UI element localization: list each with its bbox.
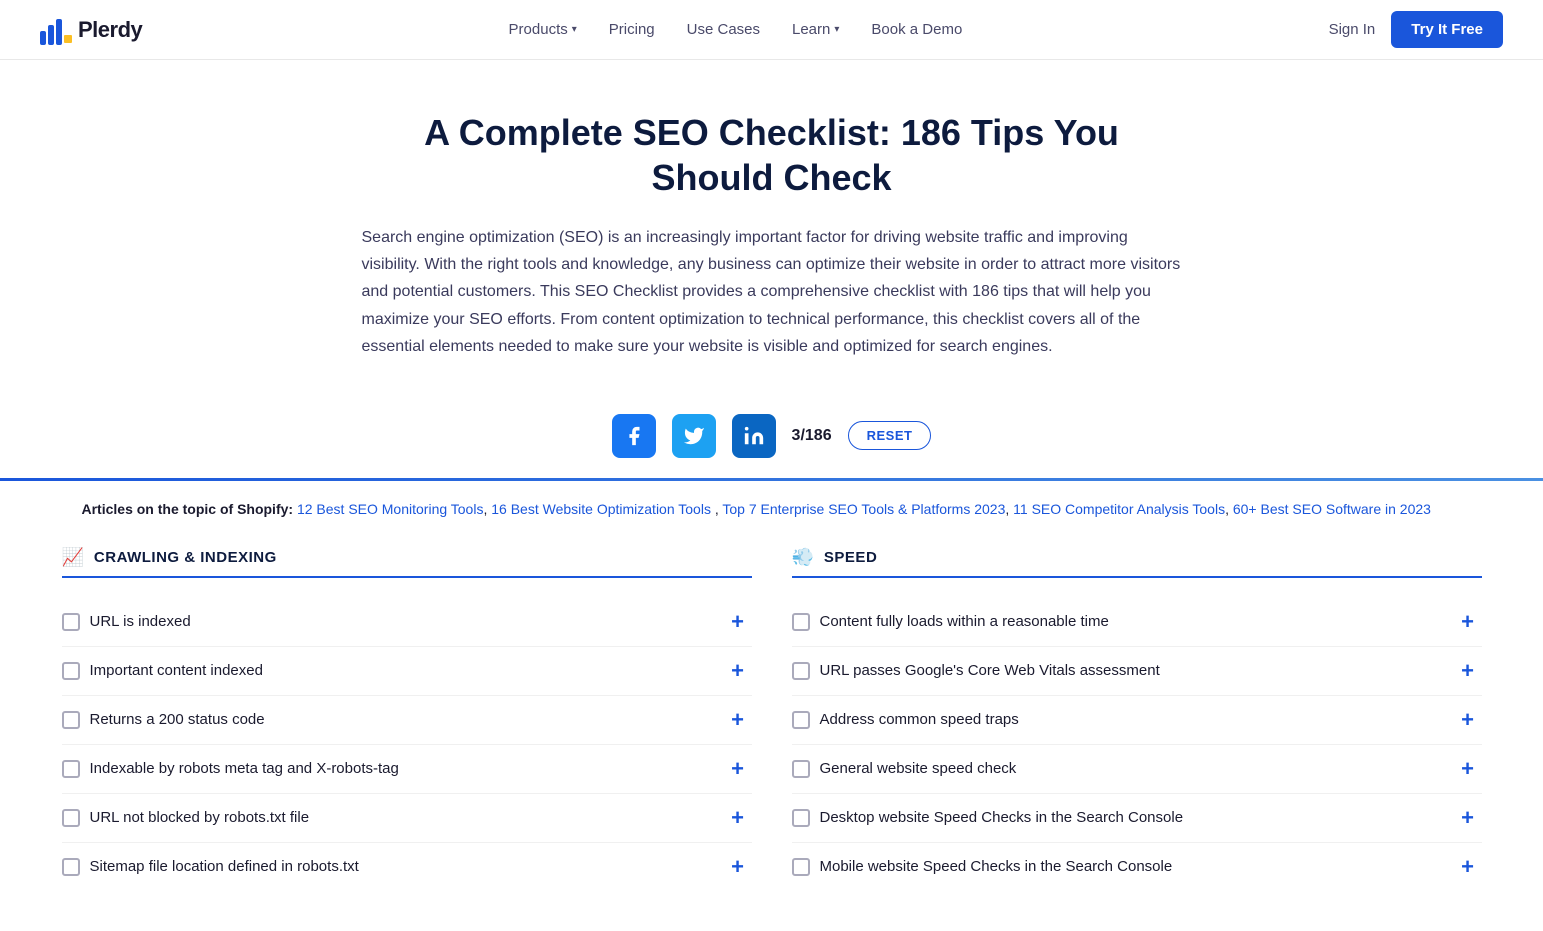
checklist-item: Mobile website Speed Checks in the Searc… [792,843,1482,891]
article-link-1[interactable]: 12 Best SEO Monitoring Tools [297,501,484,517]
checklist-item: Content fully loads within a reasonable … [792,598,1482,647]
checklist-item: Desktop website Speed Checks in the Sear… [792,794,1482,843]
linkedin-share-button[interactable] [732,414,776,458]
nav-book-demo[interactable]: Book a Demo [871,21,962,38]
nav-actions: Sign In Try It Free [1329,11,1503,48]
expand-button-4[interactable]: + [724,804,752,832]
expand-button-2[interactable]: + [1454,706,1482,734]
twitter-share-button[interactable] [672,414,716,458]
logo-ua-flag [64,35,72,43]
social-bar: 3/186 RESET [0,390,1543,478]
crawling-items-list: URL is indexed + Important content index… [62,598,752,891]
checkbox-1[interactable] [792,662,810,680]
crawling-icon: 📈 [62,547,84,568]
twitter-icon [683,425,705,447]
logo-icon [40,15,72,45]
speed-items-list: Content fully loads within a reasonable … [792,598,1482,891]
navbar: Plerdy Products ▾ Pricing Use Cases Lear… [0,0,1543,60]
item-label-1: URL passes Google's Core Web Vitals asse… [820,662,1444,679]
speed-section-header: 💨 SPEED [792,547,1482,578]
facebook-share-button[interactable] [612,414,656,458]
checkbox-2[interactable] [792,711,810,729]
item-label-2: Address common speed traps [820,711,1444,728]
speed-column: 💨 SPEED Content fully loads within a rea… [772,537,1482,931]
logo[interactable]: Plerdy [40,15,142,45]
expand-button-0[interactable]: + [1454,608,1482,636]
checklist-item: Important content indexed + [62,647,752,696]
expand-button-3[interactable]: + [1454,755,1482,783]
expand-button-1[interactable]: + [1454,657,1482,685]
item-label-2: Returns a 200 status code [90,711,714,728]
item-label-5: Mobile website Speed Checks in the Searc… [820,858,1444,875]
logo-bar-3 [56,19,62,45]
nav-products[interactable]: Products ▾ [509,21,577,38]
linkedin-icon [743,425,765,447]
articles-bar: Articles on the topic of Shopify: 12 Bes… [42,481,1502,537]
checklist-item: URL passes Google's Core Web Vitals asse… [792,647,1482,696]
expand-button-4[interactable]: + [1454,804,1482,832]
reset-button[interactable]: RESET [848,421,932,450]
facebook-icon [623,425,645,447]
checkbox-3[interactable] [62,760,80,778]
expand-button-0[interactable]: + [724,608,752,636]
item-label-0: Content fully loads within a reasonable … [820,613,1444,630]
checkbox-2[interactable] [62,711,80,729]
checkbox-4[interactable] [62,809,80,827]
checkbox-4[interactable] [792,809,810,827]
hero-description: Search engine optimization (SEO) is an i… [362,224,1182,360]
checklist-item: URL not blocked by robots.txt file + [62,794,752,843]
article-link-3[interactable]: Top 7 Enterprise SEO Tools & Platforms 2… [722,501,1005,517]
article-link-4[interactable]: 11 SEO Competitor Analysis Tools [1013,501,1225,517]
article-link-2[interactable]: 16 Best Website Optimization Tools [491,501,711,517]
checklist-grid: 📈 CRAWLING & INDEXING URL is indexed + I… [22,537,1522,931]
checkbox-3[interactable] [792,760,810,778]
checklist-item: URL is indexed + [62,598,752,647]
item-label-1: Important content indexed [90,662,714,679]
crawling-section-title: CRAWLING & INDEXING [94,549,277,566]
checkbox-0[interactable] [792,613,810,631]
checklist-item: Returns a 200 status code + [62,696,752,745]
learn-chevron-icon: ▾ [834,24,839,35]
item-label-3: General website speed check [820,760,1444,777]
nav-pricing[interactable]: Pricing [609,21,655,38]
page-title: A Complete SEO Checklist: 186 Tips You S… [362,110,1182,200]
logo-text: Plerdy [78,17,142,43]
try-free-button[interactable]: Try It Free [1391,11,1503,48]
item-label-3: Indexable by robots meta tag and X-robot… [90,760,714,777]
checkbox-5[interactable] [792,858,810,876]
hero-section: A Complete SEO Checklist: 186 Tips You S… [322,60,1222,390]
logo-bar-2 [48,25,54,45]
expand-button-5[interactable]: + [1454,853,1482,881]
crawling-indexing-column: 📈 CRAWLING & INDEXING URL is indexed + I… [62,537,772,931]
speed-section-title: SPEED [824,549,877,566]
checkbox-5[interactable] [62,858,80,876]
logo-bar-1 [40,31,46,45]
checkbox-0[interactable] [62,613,80,631]
checklist-item: Address common speed traps + [792,696,1482,745]
item-label-0: URL is indexed [90,613,714,630]
nav-learn[interactable]: Learn ▾ [792,21,839,38]
nav-use-cases[interactable]: Use Cases [687,21,760,38]
item-label-5: Sitemap file location defined in robots.… [90,858,714,875]
crawling-section-header: 📈 CRAWLING & INDEXING [62,547,752,578]
article-link-5[interactable]: 60+ Best SEO Software in 2023 [1233,501,1431,517]
expand-button-3[interactable]: + [724,755,752,783]
checklist-item: Sitemap file location defined in robots.… [62,843,752,891]
nav-links: Products ▾ Pricing Use Cases Learn ▾ Boo… [509,21,963,38]
speed-icon: 💨 [792,547,814,568]
checkbox-1[interactable] [62,662,80,680]
item-label-4: Desktop website Speed Checks in the Sear… [820,809,1444,826]
articles-prefix: Articles on the topic of Shopify: [82,501,294,517]
expand-button-5[interactable]: + [724,853,752,881]
sign-in-link[interactable]: Sign In [1329,21,1376,38]
products-chevron-icon: ▾ [572,24,577,35]
checklist-counter: 3/186 [792,427,832,445]
expand-button-1[interactable]: + [724,657,752,685]
item-label-4: URL not blocked by robots.txt file [90,809,714,826]
checklist-item: Indexable by robots meta tag and X-robot… [62,745,752,794]
expand-button-2[interactable]: + [724,706,752,734]
checklist-item: General website speed check + [792,745,1482,794]
